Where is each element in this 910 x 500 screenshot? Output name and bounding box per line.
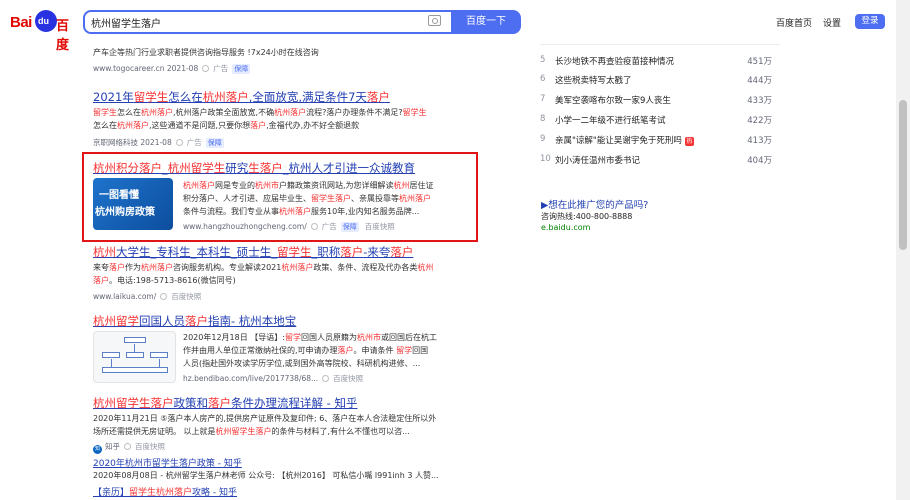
promo-phone: 咨询热线:400-800-8888 [541,212,633,221]
baidu-home-link[interactable]: 百度首页 [776,16,812,29]
cache-link[interactable]: 百度快照 [135,442,165,451]
result-5-meta: 知知乎 百度快照 [93,441,165,454]
ad-label: 广告 [186,138,202,147]
hot-item[interactable]: 9 亲属"谅解"能让吴谢宇免于死刑吗热 413万 [540,134,772,147]
result-2-thumbnail[interactable]: 一图看懂 杭州购房政策 [93,178,173,230]
result-1-snippet-line2: 怎么在杭州落户,这些通道不是问题,只要你想落户,金福代办,办不好全额退款 [93,121,360,130]
result-4-url[interactable]: hz.bendibao.com/live/2017738/68... [183,374,318,383]
result-7-title[interactable]: 【亲历】留学生杭州落户攻略 - 知乎 [93,485,237,498]
info-icon[interactable] [175,139,183,146]
result-5-source[interactable]: 知乎 [105,442,120,451]
search-button[interactable]: 百度一下 [451,10,521,34]
result-4-snippet-line2: 作并由用人单位正常缴纳社保的,可申请办理落户。申请条件 留学回国 [183,346,429,355]
promo-url[interactable]: e.baidu.com [541,223,590,232]
hot-item[interactable]: 10 刘小涛任温州市委书记 404万 [540,154,772,167]
result-2-snippet-line2: 积分落户、人才引进、应届毕业生、留学生落户、亲属投靠等杭州落户 [183,194,431,203]
info-icon[interactable] [124,443,131,450]
result-0-url[interactable]: www.togocareer.cn 2021-08 [93,64,198,73]
cache-link[interactable]: 百度快照 [365,222,395,231]
hot-item[interactable]: 7 美军空袭喀布尔致一家9人丧生 433万 [540,94,772,107]
result-3-title[interactable]: 杭州大学生_专科生_本科生_硕士生_留学生_职称落户-来夸落户 [93,244,413,260]
scrollbar-thumb[interactable] [899,100,907,250]
cache-link[interactable]: 百度快照 [333,374,363,383]
result-4-snippet-line1: 2020年12月18日 【导语】:留学回国人员原籍为杭州市或回国后在杭工 [183,333,437,342]
info-icon[interactable] [160,293,168,300]
ad-label: 广告 [213,64,229,73]
result-4-meta: hz.bendibao.com/live/2017738/68... 百度快照 [183,373,363,384]
protect-badge[interactable]: 保障 [205,138,224,148]
camera-icon[interactable] [428,15,441,26]
result-3-snippet-line2: 落户。电话:198-5713-8616(微信同号) [93,276,236,285]
result-1-snippet-line1: 留学生怎么在杭州落户,杭州落户政策全面放宽,不确杭州落户流程?落户办理条件不满足… [93,108,427,117]
result-2-meta: www.hangzhouzhongcheng.com/广告 保障 百度快照 [183,221,395,232]
result-1-url[interactable]: 京职网络科技 2021-08 [93,138,172,147]
result-5-title[interactable]: 杭州留学生落户政策和落户条件办理流程详解 - 知乎 [93,395,357,411]
result-5-snippet-line1: 2020年11月21日 ⑤落户本人房产的,提供房产证原件及复印件; 6、落户在本… [93,414,437,423]
logo-bai: Bai [10,14,32,31]
ad-label: 广告 [321,222,337,231]
info-icon[interactable] [310,223,318,230]
header: Bai du 百度 百度一下 百度首页 设置 登录 [0,0,910,53]
result-3-snippet-line1: 来夸落户作为杭州落户咨询服务机构。专业解读2021杭州落户政策、条件、流程及代办… [93,263,434,272]
info-icon[interactable] [202,65,210,72]
cache-link[interactable]: 百度快照 [171,292,201,301]
result-1-meta: 京职网络科技 2021-08 广告 保障 [93,137,224,148]
hot-item[interactable]: 6 这些税卖特写太戳了 444万 [540,74,772,87]
result-0-snippet: 产车企等热门行业求职者提供咨询指导服务 !7x24小时在线咨询 [93,48,319,57]
zhihu-icon: 知 [93,445,102,454]
paw-icon: du [35,10,57,32]
logo-du: 百度 [56,19,70,53]
settings-link[interactable]: 设置 [823,16,841,29]
search-box[interactable] [83,10,451,34]
result-6-snippet: 2020年08月08日 - 杭州留学生落户林老师 公众号: 【杭州2016】 可… [93,471,439,480]
result-6-title[interactable]: 2020年杭州市留学生落户政策 - 知乎 [93,456,242,469]
result-4-snippet-line3: 人员(指赴国外攻读学历学位,或到国外高等院校、科研机构进修、... [183,359,421,368]
result-1-title[interactable]: 2021年留学生怎么在杭州落户,全面放宽,满足条件7天落户 [93,89,390,105]
protect-badge[interactable]: 保障 [340,222,359,232]
result-4-title[interactable]: 杭州留学回国人员落户指南- 杭州本地宝 [93,313,296,329]
search-input[interactable] [91,14,421,30]
result-5-snippet-line2: 场所还需提供无房证明。 以上就是杭州留学生落户的条件与材料了,有什么不懂也可以咨… [93,427,410,436]
result-2-snippet-line3: 条件与流程。我们专业从事杭州落户服务10年,业内知名服务品牌... [183,207,420,216]
result-4-thumbnail[interactable] [93,331,176,383]
hot-item[interactable]: 8 小学一二年级不进行纸笔考试 422万 [540,114,772,127]
result-0-meta: www.togocareer.cn 2021-08 广告 保障 [93,63,251,74]
login-button[interactable]: 登录 [855,14,885,29]
hot-item[interactable]: 5 长沙地铁不再查验疫苗接种情况 451万 [540,55,772,68]
result-2-snippet-line1: 杭州落户网是专业的杭州市户籍政策资讯网站,为您详细解读杭州居住证 [183,181,434,190]
baidu-logo[interactable]: Bai du 百度 [10,9,76,53]
protect-badge[interactable]: 保障 [232,64,251,74]
result-2-url[interactable]: www.hangzhouzhongcheng.com/ [183,222,307,231]
divider [540,44,780,45]
result-3-meta: www.laikua.com/百度快照 [93,291,201,302]
scrollbar[interactable] [896,0,910,500]
result-2-title[interactable]: 杭州积分落户_杭州留学生研究生落户_杭州人才引进一众诚教育 [93,160,415,176]
result-3-url[interactable]: www.laikua.com/ [93,292,156,301]
promo-title[interactable]: ▶想在此推广您的产品吗? [541,197,648,211]
hot-tag-icon: 热 [684,137,694,146]
info-icon[interactable] [322,375,330,382]
